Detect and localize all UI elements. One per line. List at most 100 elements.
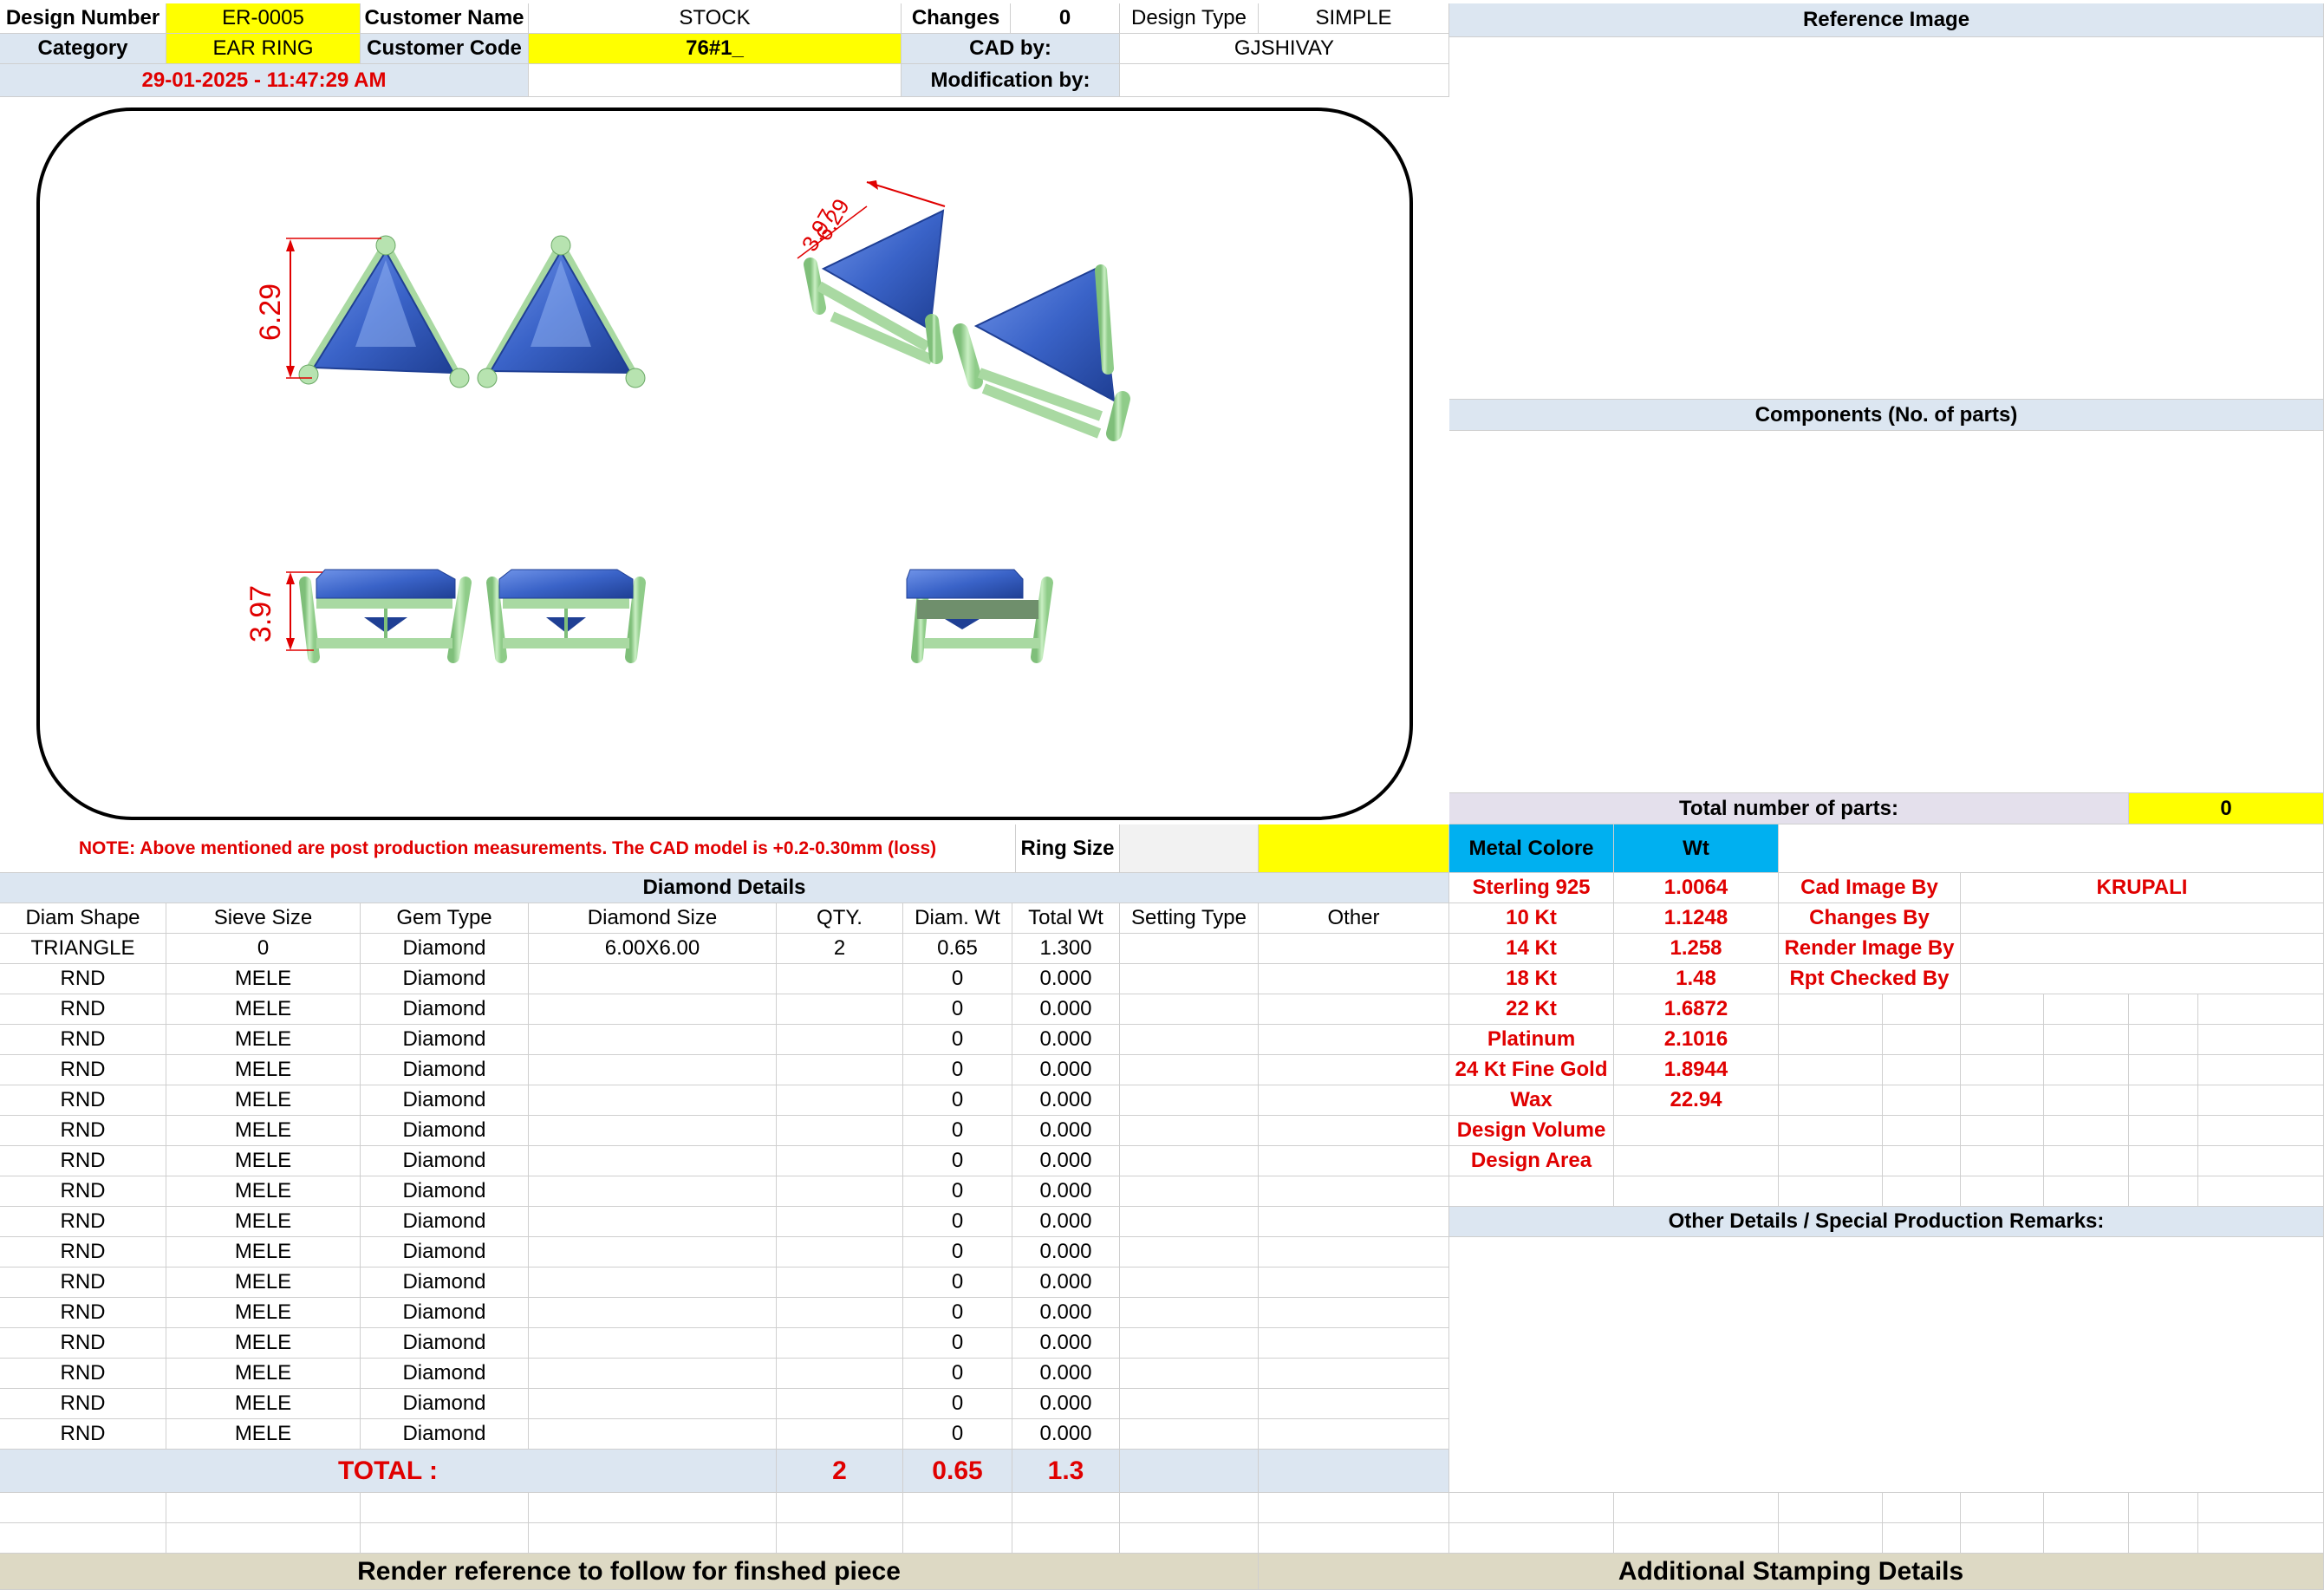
blank-cell[interactable] (1961, 1085, 2044, 1116)
credit-value[interactable] (1961, 934, 2324, 964)
blank-cell[interactable] (903, 1523, 1012, 1554)
diamond-cell[interactable]: TRIANGLE (0, 934, 166, 964)
diamond-cell[interactable] (1120, 1389, 1259, 1419)
diamond-cell[interactable]: MELE (166, 964, 361, 994)
diamond-cell[interactable]: RND (0, 1389, 166, 1419)
diamond-cell[interactable] (529, 964, 777, 994)
credit-value[interactable]: KRUPALI (1961, 873, 2324, 903)
diamond-cell[interactable] (1120, 994, 1259, 1025)
diamond-cell[interactable]: 0.000 (1012, 1055, 1120, 1085)
diamond-cell[interactable] (1120, 1176, 1259, 1207)
diamond-cell[interactable]: RND (0, 1359, 166, 1389)
diamond-cell[interactable] (1120, 1419, 1259, 1450)
diamond-cell[interactable]: 2 (777, 934, 903, 964)
diamond-cell[interactable]: MELE (166, 1116, 361, 1146)
metal-weight[interactable]: 1.6872 (1614, 994, 1779, 1025)
diamond-cell[interactable] (529, 1055, 777, 1085)
other-details-area[interactable] (1449, 1237, 2324, 1493)
diamond-cell[interactable] (1259, 1055, 1449, 1085)
diamond-cell[interactable]: 0.000 (1012, 1025, 1120, 1055)
blank-cell[interactable] (1779, 1025, 1883, 1055)
blank-cell[interactable] (2044, 1085, 2129, 1116)
blank-cell[interactable] (1120, 1523, 1259, 1554)
diamond-cell[interactable]: 0 (903, 1389, 1012, 1419)
diamond-cell[interactable]: RND (0, 1055, 166, 1085)
blank-cell[interactable] (2044, 1025, 2129, 1055)
diamond-cell[interactable]: 0 (903, 1419, 1012, 1450)
diamond-cell[interactable] (529, 1267, 777, 1298)
diamond-cell[interactable]: 0.65 (903, 934, 1012, 964)
blank-cell[interactable] (0, 1523, 166, 1554)
diamond-cell[interactable]: 0.000 (1012, 964, 1120, 994)
diamond-cell[interactable]: 6.00X6.00 (529, 934, 777, 964)
diamond-cell[interactable]: 0 (903, 1267, 1012, 1298)
diamond-cell[interactable]: RND (0, 1146, 166, 1176)
metal-weight[interactable] (1614, 1146, 1779, 1176)
diamond-cell[interactable]: RND (0, 1237, 166, 1267)
blank-cell[interactable] (2129, 1055, 2198, 1085)
diamond-cell[interactable]: Diamond (361, 1116, 529, 1146)
blank-cell[interactable] (1883, 1116, 1961, 1146)
blank-cell[interactable] (1614, 1523, 1779, 1554)
diamond-cell[interactable]: 0 (903, 1146, 1012, 1176)
diamond-cell[interactable] (529, 994, 777, 1025)
ring-size-value[interactable] (1120, 824, 1259, 873)
diamond-cell[interactable]: MELE (166, 1055, 361, 1085)
diamond-cell[interactable] (1259, 1237, 1449, 1267)
blank-cell[interactable] (2044, 994, 2129, 1025)
blank-cell[interactable] (529, 1523, 777, 1554)
diamond-cell[interactable] (529, 1419, 777, 1450)
diamond-cell[interactable]: MELE (166, 1267, 361, 1298)
blank-cell[interactable] (903, 1493, 1012, 1523)
blank-cell[interactable] (1614, 1176, 1779, 1207)
diamond-cell[interactable] (1259, 994, 1449, 1025)
diamond-cell[interactable]: RND (0, 1419, 166, 1450)
blank-cell[interactable] (777, 1493, 903, 1523)
blank-cell[interactable] (1012, 1523, 1120, 1554)
diamond-cell[interactable]: MELE (166, 1176, 361, 1207)
blank-cell[interactable] (1883, 994, 1961, 1025)
diamond-cell[interactable]: Diamond (361, 1389, 529, 1419)
blank-cell[interactable] (1259, 1523, 1449, 1554)
blank-cell[interactable] (2198, 1523, 2324, 1554)
blank-cell[interactable] (2044, 1146, 2129, 1176)
diamond-cell[interactable]: Diamond (361, 1298, 529, 1328)
diamond-cell[interactable]: RND (0, 994, 166, 1025)
diamond-cell[interactable] (1259, 1298, 1449, 1328)
diamond-cell[interactable]: MELE (166, 1085, 361, 1116)
diamond-cell[interactable]: MELE (166, 1146, 361, 1176)
diamond-cell[interactable] (1259, 934, 1449, 964)
diamond-cell[interactable]: MELE (166, 1419, 361, 1450)
diamond-cell[interactable]: RND (0, 1267, 166, 1298)
diamond-cell[interactable]: 0.000 (1012, 1207, 1120, 1237)
diamond-cell[interactable]: Diamond (361, 1267, 529, 1298)
blank-cell[interactable] (1779, 1493, 1883, 1523)
diamond-cell[interactable] (1259, 1419, 1449, 1450)
diamond-cell[interactable]: MELE (166, 1298, 361, 1328)
diamond-cell[interactable]: 0.000 (1012, 1298, 1120, 1328)
blank-cell[interactable] (1259, 1493, 1449, 1523)
metal-weight[interactable] (1614, 1116, 1779, 1146)
diamond-cell[interactable]: RND (0, 1025, 166, 1055)
blank-cell[interactable] (1779, 1116, 1883, 1146)
blank-cell[interactable] (2044, 1493, 2129, 1523)
diamond-cell[interactable]: 0 (903, 964, 1012, 994)
diamond-cell[interactable] (529, 1207, 777, 1237)
components-area[interactable] (1449, 431, 2324, 793)
diamond-cell[interactable]: 0 (903, 1207, 1012, 1237)
diamond-cell[interactable] (777, 1237, 903, 1267)
diamond-cell[interactable] (777, 1419, 903, 1450)
diamond-cell[interactable]: 0 (903, 1298, 1012, 1328)
diamond-cell[interactable]: Diamond (361, 934, 529, 964)
diamond-cell[interactable]: Diamond (361, 1207, 529, 1237)
blank-cell[interactable] (1883, 1523, 1961, 1554)
diamond-cell[interactable]: 0 (903, 1359, 1012, 1389)
blank-cell[interactable] (2129, 1146, 2198, 1176)
diamond-cell[interactable] (777, 1176, 903, 1207)
diamond-cell[interactable] (1120, 1085, 1259, 1116)
diamond-cell[interactable]: 0.000 (1012, 1389, 1120, 1419)
diamond-cell[interactable] (1120, 1328, 1259, 1359)
diamond-cell[interactable]: 0 (166, 934, 361, 964)
diamond-cell[interactable] (1259, 1176, 1449, 1207)
diamond-cell[interactable]: 0.000 (1012, 1116, 1120, 1146)
